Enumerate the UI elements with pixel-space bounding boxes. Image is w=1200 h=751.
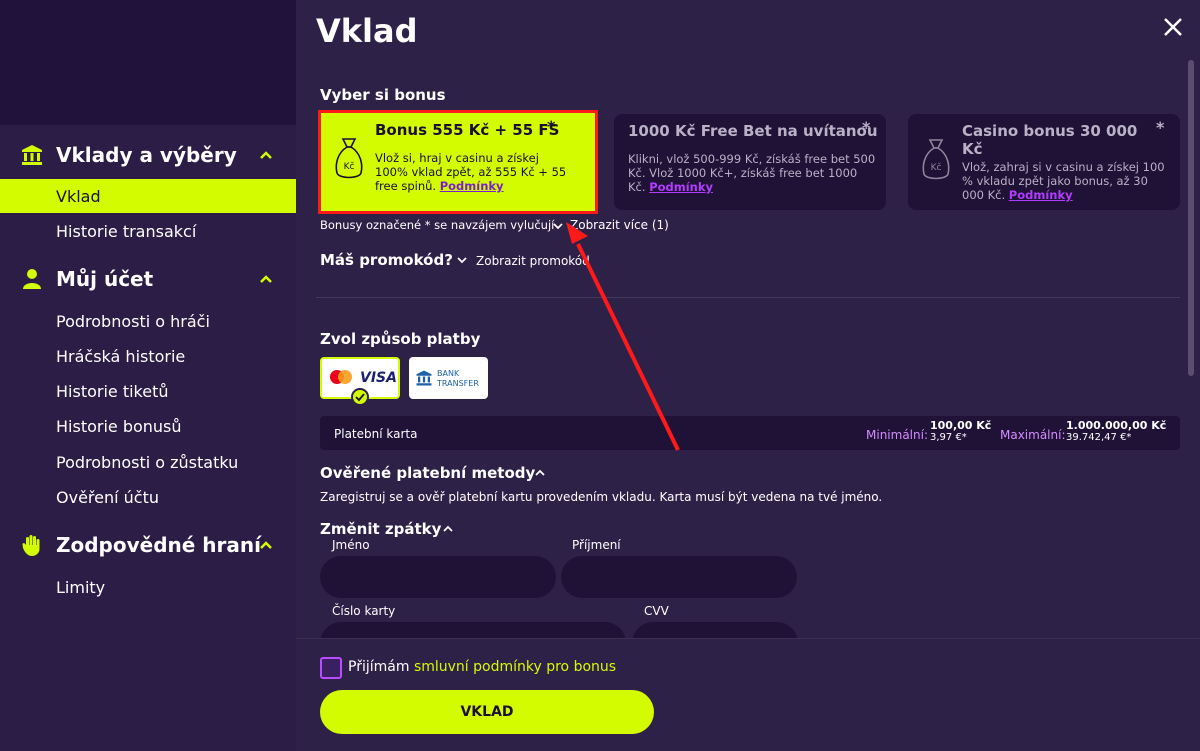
sidebar-item-ticket-history[interactable]: Historie tiketů: [0, 374, 296, 408]
bonus-terms-link[interactable]: Podmínky: [1009, 188, 1073, 202]
bonus-title: 1000 Kč Free Bet na uvítanou: [628, 122, 878, 140]
payment-method-bank-transfer[interactable]: BANK TRANSFER: [409, 357, 488, 399]
deposit-button[interactable]: VKLAD: [320, 690, 654, 734]
bonus-star: *: [1156, 118, 1165, 137]
money-bag-icon: Kč: [922, 139, 950, 180]
sidebar-item-balance-details[interactable]: Podrobnosti o zůstatku: [0, 445, 296, 479]
user-icon: [20, 267, 44, 291]
page-title: Vklad: [316, 12, 418, 50]
chevron-up-icon: [260, 541, 272, 549]
chevron-up-icon[interactable]: [534, 467, 546, 479]
mastercard-icon: [330, 370, 352, 384]
show-more-link[interactable]: Zobrazit více (1): [570, 218, 669, 232]
close-icon[interactable]: [1162, 16, 1184, 38]
min-label: Minimální:: [866, 428, 928, 442]
deposit-panel: Vklad Vyber si bonus Kč Bonus 555 Kč + 5…: [296, 0, 1200, 751]
bonus-heading: Vyber si bonus: [320, 86, 446, 104]
name-input[interactable]: [320, 556, 556, 598]
bank-icon: [20, 143, 44, 167]
sidebar-section-account[interactable]: Můj účet: [0, 259, 296, 299]
bonus-description: Klikni, vlož 500-999 Kč, získáš free bet…: [628, 152, 878, 194]
sidebar-item-player-history[interactable]: Hráčská historie: [0, 339, 296, 373]
sidebar-item-limits[interactable]: Limity: [0, 570, 296, 604]
verified-methods-text: Zaregistruj se a ověř platební kartu pro…: [320, 490, 883, 504]
name-label: Jméno: [332, 538, 370, 552]
payment-heading: Zvol způsob platby: [320, 330, 481, 348]
max-sub-value: 39.742,47 €*: [1066, 432, 1132, 443]
bonus-description: Vlož, zahraj si v casinu a získej 100 % …: [962, 160, 1172, 202]
promo-toggle[interactable]: Zobrazit promokód: [476, 254, 590, 268]
sidebar: Vklady a výběry Vklad Historie transakcí…: [0, 0, 296, 751]
bonus-card-freebet[interactable]: 1000 Kč Free Bet na uvítanou * Klikni, v…: [614, 114, 886, 210]
sidebar-section-deposits[interactable]: Vklady a výběry: [0, 135, 296, 175]
scrollbar[interactable]: [1188, 60, 1194, 376]
bank-transfer-line1: BANK: [437, 369, 460, 378]
surname-label: Příjmení: [572, 538, 621, 552]
chevron-up-icon: [260, 275, 272, 283]
hand-icon: [20, 533, 44, 557]
chevron-down-icon[interactable]: [552, 220, 564, 232]
change-back-heading[interactable]: Změnit zpátky: [320, 520, 441, 538]
exclusive-note: Bonusy označené * se navzájem vylučují: [320, 218, 555, 232]
bag-label: Kč: [344, 161, 355, 172]
sidebar-section-title: Vklady a výběry: [56, 143, 237, 167]
bonus-terms-link[interactable]: Podmínky: [649, 180, 713, 194]
sidebar-section-responsible-gaming[interactable]: Zodpovědné hraní: [0, 525, 296, 565]
bank-icon: [416, 370, 432, 386]
min-value: 100,00 Kč: [930, 419, 992, 432]
sidebar-header: [0, 0, 296, 125]
verified-methods-heading[interactable]: Ověřené platební metody: [320, 464, 535, 482]
terms-link[interactable]: smluvní podmínky pro bonus: [414, 659, 616, 675]
money-bag-icon: Kč: [335, 138, 363, 179]
surname-input[interactable]: [561, 556, 797, 598]
visa-logo: VISA: [360, 370, 397, 386]
chevron-down-icon[interactable]: [456, 254, 468, 266]
accept-terms-text: Přijímám smluvní podmínky pro bonus: [348, 659, 616, 675]
bonus-card-casino[interactable]: Kč Casino bonus 30 000 Kč * Vlož, zahraj…: [908, 114, 1180, 210]
sidebar-item-player-details[interactable]: Podrobnosti o hráči: [0, 304, 296, 338]
chevron-up-icon[interactable]: [442, 523, 454, 535]
sidebar-section-title: Zodpovědné hraní: [56, 533, 261, 557]
sidebar-item-bonus-history[interactable]: Historie bonusů: [0, 409, 296, 443]
selected-check-icon: [351, 388, 369, 406]
cvv-label: CVV: [644, 604, 669, 618]
max-label: Maximální:: [1000, 428, 1066, 442]
bag-label: Kč: [931, 162, 942, 173]
sidebar-item-transaction-history[interactable]: Historie transakcí: [0, 214, 296, 248]
bank-transfer-line2: TRANSFER: [437, 379, 479, 388]
sidebar-item-deposit[interactable]: Vklad: [0, 179, 296, 213]
min-sub-value: 3,97 €*: [930, 432, 967, 443]
bonus-description: Vlož si, hraj v casinu a získej 100% vkl…: [375, 151, 575, 193]
accept-prefix: Přijímám: [348, 659, 410, 675]
bonus-card-555[interactable]: Kč Bonus 555 Kč + 55 FS * Vlož si, hraj …: [318, 110, 598, 214]
bonus-title: Casino bonus 30 000 Kč: [962, 122, 1138, 158]
card-number-label: Číslo karty: [332, 604, 396, 618]
bonus-star: *: [862, 118, 871, 137]
divider: [316, 297, 1180, 298]
payment-limits-bar: Platební karta Minimální: 100,00 Kč 3,97…: [320, 416, 1180, 450]
bonus-terms-link[interactable]: Podmínky: [440, 179, 504, 193]
bonus-star: *: [547, 117, 556, 136]
chevron-up-icon: [260, 151, 272, 159]
promo-heading: Máš promokód?: [320, 251, 453, 269]
bonus-title: Bonus 555 Kč + 55 FS: [375, 121, 560, 139]
deposit-footer: Přijímám smluvní podmínky pro bonus VKLA…: [296, 638, 1200, 751]
max-value: 1.000.000,00 Kč: [1066, 419, 1167, 432]
bank-transfer-label: BANK TRANSFER: [437, 369, 479, 389]
payment-card-label: Platební karta: [334, 427, 418, 441]
sidebar-section-title: Můj účet: [56, 267, 154, 291]
accept-terms-checkbox[interactable]: [320, 657, 342, 679]
sidebar-item-account-verification[interactable]: Ověření účtu: [0, 480, 296, 514]
